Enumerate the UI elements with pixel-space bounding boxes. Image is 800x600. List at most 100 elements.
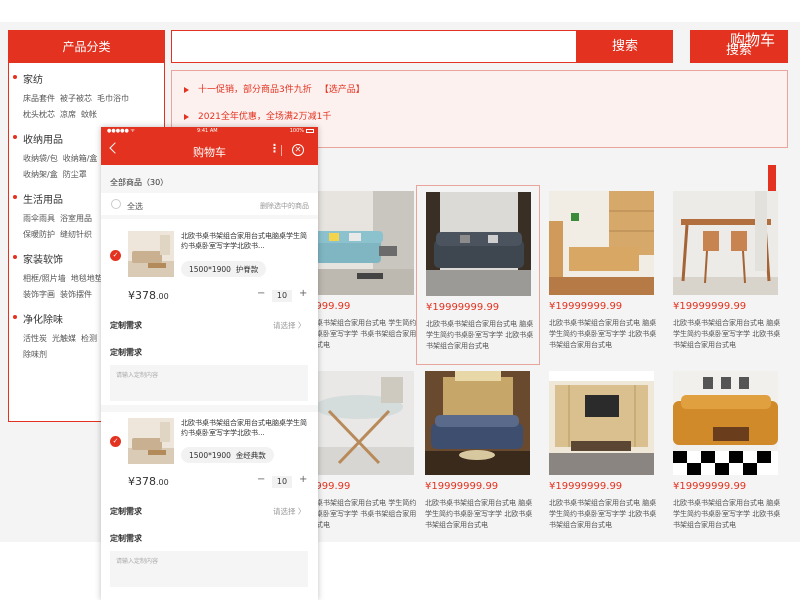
product-card[interactable]: ¥19999999.99 北欧书桌书架组合家用台式电 脑桌学生简约书桌卧室写字学… (540, 365, 664, 545)
custom-content-input[interactable]: 请输入定制内容 (110, 551, 308, 587)
custom-need-label: 定制需求 (110, 507, 142, 516)
product-price: ¥19999999.99 (425, 481, 499, 492)
category-link[interactable]: 床品套件 (23, 94, 55, 103)
category-link[interactable]: 浴室用品 (60, 214, 92, 223)
item-spec-style: 护脊款 (235, 265, 259, 274)
promo-text: 十一促销，部分商品3件九折 (198, 85, 312, 95)
select-all-checkbox[interactable] (111, 199, 121, 209)
category-group: 家纺床品套件 被子被芯 毛巾浴巾枕头枕芯 凉席 蚊帐 (9, 63, 164, 123)
custom-need-label: 定制需求 (110, 321, 142, 330)
category-link[interactable]: 光触媒 (52, 334, 76, 343)
product-photo (549, 371, 654, 475)
qty-decrease-button[interactable]: − (257, 288, 265, 299)
custom-need-select[interactable]: 请选择 〉 (273, 320, 305, 331)
category-link[interactable]: 地毯地垫 (71, 274, 103, 283)
search-input[interactable] (171, 30, 577, 63)
product-photo (309, 371, 414, 475)
more-options-icon[interactable]: ⋮ (269, 142, 280, 155)
product-grid: 9999.99 书桌书架组合家用台式电 学生简约书桌卧室写字学 书桌书架组合家用… (300, 185, 800, 545)
cart-button-label: 购物车 (730, 31, 776, 49)
promo-row: 十一促销，部分商品3件九折 【选产品】 (184, 77, 787, 104)
item-thumbnail (128, 418, 174, 464)
product-photo (309, 191, 414, 295)
cart-title: 购物车 (193, 146, 226, 159)
cart-item: ✓ 北欧书桌书架组合家用台式电脑桌学生简约书桌卧室写字学北欧书... 1500*… (101, 412, 318, 600)
promo-text: 2021全年优惠，全场满2万减1千 (198, 112, 332, 122)
product-price: ¥19999999.99 (426, 302, 500, 313)
category-link[interactable]: 凉席 (60, 110, 76, 119)
category-link[interactable]: 活性炭 (23, 334, 47, 343)
mobile-cart-mockup: ●●●●● ᯤ 9:41 AM 100% 购物车 ⋮ ✕ 全部商品（30） 全选… (101, 127, 318, 600)
product-desc: 北欧书桌书架组合家用台式电 脑桌学生简约书桌卧室写字学 北欧书桌书架组合家用台式… (549, 319, 657, 349)
category-link[interactable]: 枕头枕芯 (23, 110, 55, 119)
product-desc: 书桌书架组合家用台式电 学生简约书桌卧室写字学 书桌书架组合家用台式电 (309, 319, 417, 349)
category-link[interactable]: 装饰摆件 (60, 290, 92, 299)
category-items: 床品套件 被子被芯 毛巾浴巾枕头枕芯 凉席 蚊帐 (23, 91, 164, 123)
category-title[interactable]: 家纺 (13, 71, 164, 86)
all-items-count: 全部商品（30） (101, 165, 318, 193)
product-photo (425, 371, 530, 475)
battery-icon (306, 129, 314, 133)
product-photo (426, 192, 531, 296)
category-link[interactable]: 装饰字画 (23, 290, 55, 299)
product-desc: 北欧书桌书架组合家用台式电 脑桌学生简约书桌卧室写字学 北欧书桌书架组合家用台式… (673, 499, 781, 529)
product-desc: 北欧书桌书架组合家用台式电 脑桌学生简约书桌卧室写字学 北欧书桌书架组合家用台式… (673, 319, 781, 349)
item-spec-selector[interactable]: 1500*1900 护脊款 (181, 261, 267, 277)
qty-increase-button[interactable]: + (299, 288, 307, 299)
product-card[interactable]: ¥19999999.99 北欧书桌书架组合家用台式电 脑桌学生简约书桌卧室写字学… (540, 185, 664, 365)
item-checked-icon[interactable]: ✓ (110, 250, 121, 261)
product-desc: 北欧书桌书架组合家用台式电 脑桌学生简约书桌卧室写字学 北欧书桌书架组合家用台式… (425, 499, 533, 529)
nav-divider (281, 145, 282, 156)
sidebar-header: 产品分类 (9, 31, 164, 63)
select-all-label: 全选 (127, 202, 143, 211)
qty-value[interactable]: 10 (272, 290, 292, 302)
product-card-highlighted[interactable]: ¥19999999.99 北欧书桌书架组合家用台式电 脑桌学生简约书桌卧室写字学… (416, 185, 540, 365)
category-link[interactable]: 收纳架/盒 (23, 170, 58, 179)
category-link[interactable]: 雨伞雨具 (23, 214, 55, 223)
item-title: 北欧书桌书架组合家用台式电脑桌学生简约书桌卧室写字学北欧书... (181, 419, 307, 437)
close-icon[interactable]: ✕ (292, 144, 304, 156)
signal-indicator: ●●●●● ᯤ (107, 128, 135, 134)
product-desc: 北欧书桌书架组合家用台式电 脑桌学生简约书桌卧室写字学 北欧书桌书架组合家用台式… (549, 499, 657, 529)
product-desc: 书桌书架组合家用台式电 学生简约书桌卧室写字学 书桌书架组合家用台式电 (309, 499, 417, 529)
item-spec-selector[interactable]: 1500*1900 金经典款 (181, 447, 274, 463)
qty-value[interactable]: 10 (272, 476, 292, 488)
product-photo (549, 191, 654, 295)
product-price: ¥19999999.99 (549, 481, 623, 492)
category-link[interactable]: 毛巾浴巾 (97, 94, 129, 103)
item-price: ¥378.00 (128, 289, 169, 302)
category-link[interactable]: 保暖防护 (23, 230, 55, 239)
category-link[interactable]: 相框/照片墙 (23, 274, 66, 283)
custom-need-select[interactable]: 请选择 〉 (273, 506, 305, 517)
custom-content-label: 定制需求 (110, 348, 142, 357)
product-card[interactable]: 9999.99 书桌书架组合家用台式电 学生简约书桌卧室写字学 书桌书架组合家用… (300, 365, 424, 545)
category-link[interactable]: 缝纫针织 (60, 230, 92, 239)
product-card[interactable]: ¥19999999.99 北欧书桌书架组合家用台式电 脑桌学生简约书桌卧室写字学… (664, 365, 788, 545)
category-link[interactable]: 收纳箱/盒 (63, 154, 98, 163)
category-link[interactable]: 除味剂 (23, 350, 47, 359)
cart-item: ✓ 北欧书桌书架组合家用台式电脑桌学生简约书桌卧室写字学北欧书... 1500*… (101, 219, 318, 405)
product-photo (673, 371, 778, 475)
battery-percent: 100% (289, 128, 304, 134)
product-card[interactable]: ¥19999999.99 北欧书桌书架组合家用台式电 脑桌学生简约书桌卧室写字学… (416, 365, 540, 545)
custom-content-input[interactable]: 请输入定制内容 (110, 365, 308, 401)
category-link[interactable]: 防尘罩 (63, 170, 87, 179)
category-link[interactable]: 蚊帐 (81, 110, 97, 119)
category-link[interactable]: 被子被芯 (60, 94, 92, 103)
product-card[interactable]: 9999.99 书桌书架组合家用台式电 学生简约书桌卧室写字学 书桌书架组合家用… (300, 185, 424, 365)
product-card[interactable]: ¥19999999.99 北欧书桌书架组合家用台式电 脑桌学生简约书桌卧室写字学… (664, 185, 788, 365)
delete-selected-button[interactable]: 删除选中的商品 (260, 201, 309, 211)
product-photo (673, 191, 778, 295)
status-time: 9:41 AM (197, 128, 218, 134)
item-price: ¥378.00 (128, 475, 169, 488)
search-button[interactable]: 搜索 (577, 30, 673, 63)
category-link[interactable]: 检测 (81, 334, 97, 343)
promo-select-link[interactable]: 【选产品】 (320, 85, 365, 95)
category-link[interactable]: 收纳袋/包 (23, 154, 58, 163)
mobile-nav-bar: 购物车 ⋮ ✕ (101, 136, 318, 165)
item-checked-icon[interactable]: ✓ (110, 436, 121, 447)
product-price: ¥19999999.99 (673, 301, 747, 312)
qty-increase-button[interactable]: + (299, 474, 307, 485)
cart-button[interactable]: 搜索 购物车 (690, 30, 788, 63)
qty-decrease-button[interactable]: − (257, 474, 265, 485)
